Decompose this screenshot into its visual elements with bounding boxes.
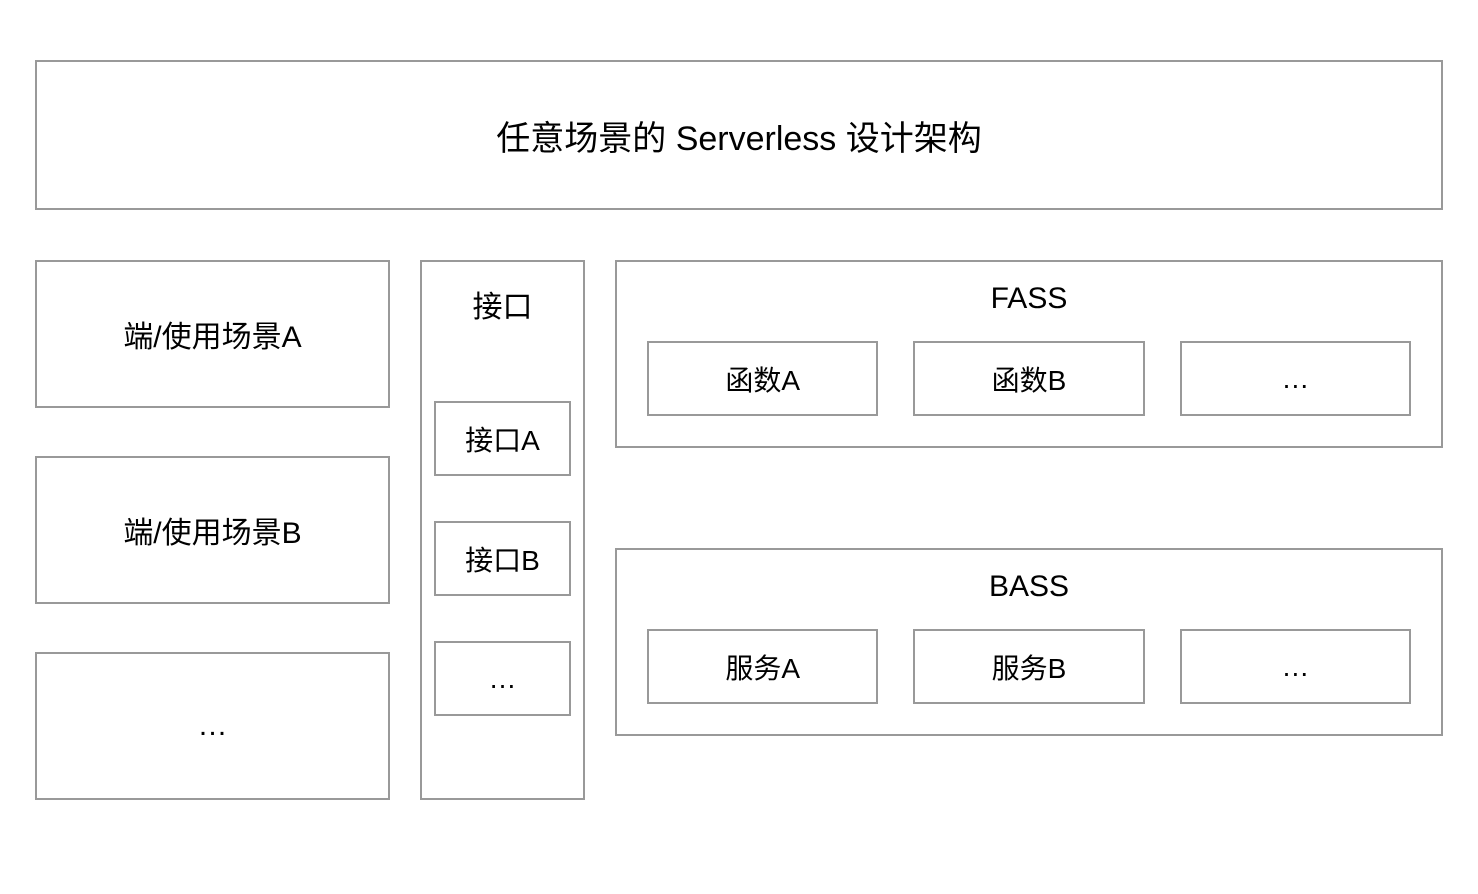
fass-item-label: …: [1281, 363, 1309, 395]
fass-title: FASS: [991, 282, 1068, 316]
fass-items-row: 函数A 函数B …: [647, 341, 1411, 416]
interface-title: 接口: [473, 282, 533, 326]
fass-item: 函数A: [647, 341, 878, 416]
scenario-label: 端/使用场景A: [123, 312, 301, 356]
bass-item: …: [1180, 629, 1411, 704]
bass-item: 服务A: [647, 629, 878, 704]
interface-item: 接口A: [434, 401, 571, 476]
fass-item-label: 函数A: [725, 359, 800, 399]
bass-group: BASS 服务A 服务B …: [615, 548, 1443, 736]
services-column: FASS 函数A 函数B … BASS 服务A: [615, 260, 1443, 800]
bass-item: 服务B: [913, 629, 1144, 704]
scenario-label: …: [198, 709, 228, 743]
interface-column: 接口 接口A 接口B …: [420, 260, 585, 800]
interface-item: 接口B: [434, 521, 571, 596]
bass-item-label: …: [1281, 651, 1309, 683]
bass-title: BASS: [989, 570, 1069, 604]
fass-item: …: [1180, 341, 1411, 416]
diagram-main-row: 端/使用场景A 端/使用场景B … 接口 接口A 接口B … FASS: [35, 260, 1443, 800]
bass-item-label: 服务A: [725, 647, 800, 687]
scenario-label: 端/使用场景B: [123, 508, 301, 552]
diagram-container: 任意场景的 Serverless 设计架构 端/使用场景A 端/使用场景B … …: [35, 60, 1443, 800]
scenario-box: …: [35, 652, 390, 800]
interface-item-label: …: [489, 663, 517, 695]
bass-items-row: 服务A 服务B …: [647, 629, 1411, 704]
fass-group: FASS 函数A 函数B …: [615, 260, 1443, 448]
bass-item-label: 服务B: [992, 647, 1067, 687]
scenario-box: 端/使用场景B: [35, 456, 390, 604]
interface-item-label: 接口A: [465, 419, 540, 459]
scenarios-column: 端/使用场景A 端/使用场景B …: [35, 260, 390, 800]
scenario-box: 端/使用场景A: [35, 260, 390, 408]
interface-item-label: 接口B: [465, 539, 540, 579]
diagram-title: 任意场景的 Serverless 设计架构: [496, 111, 982, 160]
fass-item-label: 函数B: [992, 359, 1067, 399]
fass-item: 函数B: [913, 341, 1144, 416]
diagram-title-box: 任意场景的 Serverless 设计架构: [35, 60, 1443, 210]
interface-item: …: [434, 641, 571, 716]
